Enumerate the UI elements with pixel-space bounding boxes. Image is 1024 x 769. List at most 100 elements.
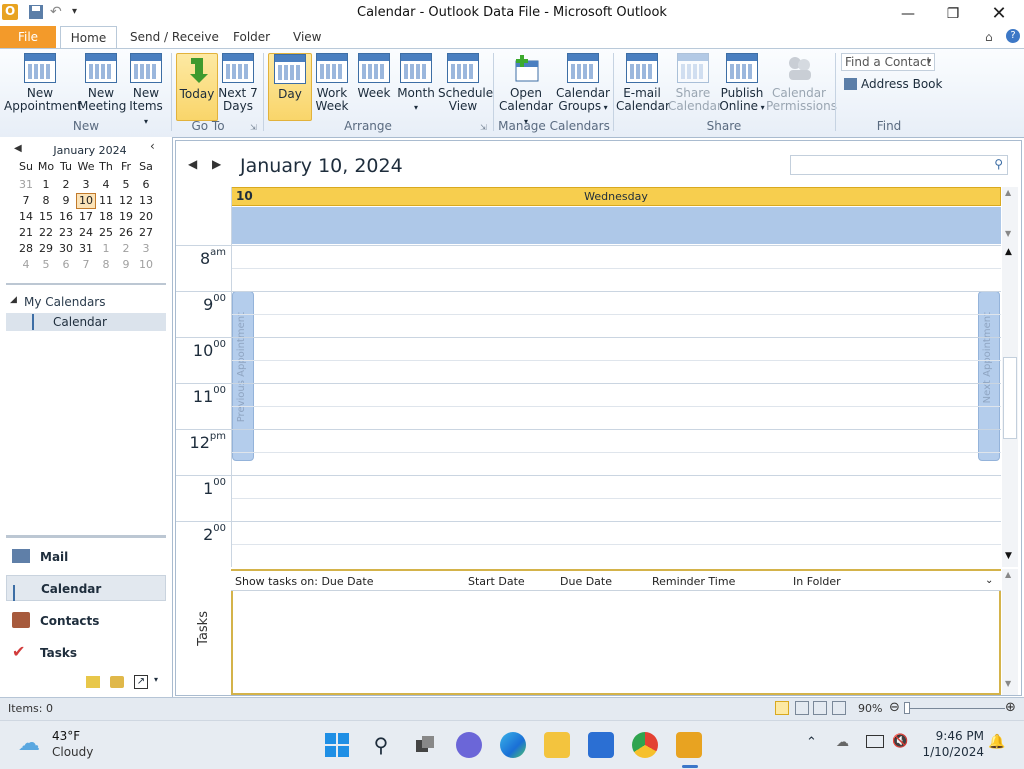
mini-calendar-day[interactable]: 25 (96, 225, 116, 241)
mini-calendar-day[interactable]: 8 (96, 257, 116, 273)
mini-calendar-day[interactable]: 5 (116, 177, 136, 193)
tasks-header[interactable]: Show tasks on: Due Date Start Date Due D… (231, 569, 1001, 591)
publish-online-button[interactable]: Publish Online ▾ (718, 53, 766, 119)
today-button[interactable]: Today (176, 53, 218, 121)
collapse-nav-icon[interactable]: ‹ (150, 139, 155, 153)
new-items-button[interactable]: New Items ▾ (126, 53, 166, 126)
minimize-button[interactable]: — (885, 0, 931, 28)
show-hidden-icons[interactable]: ⌃ (806, 735, 817, 750)
zoom-in-button[interactable]: ⊕ (1005, 700, 1016, 715)
notes-icon[interactable] (86, 676, 100, 688)
my-calendars-header[interactable]: My Calendars (24, 295, 105, 309)
scroll-down-arrow[interactable]: ▼ (1005, 679, 1011, 688)
clock-date[interactable]: 1/10/2024 (918, 745, 984, 759)
nav-contacts-button[interactable]: Contacts (6, 608, 166, 634)
edge-icon[interactable] (500, 732, 526, 758)
expand-collapse-icon[interactable]: ◢ (10, 295, 17, 305)
scroll-down-arrow[interactable]: ▼ (1005, 229, 1011, 238)
configure-buttons-icon[interactable]: ▾ (154, 675, 158, 684)
mini-calendar-day[interactable]: 14 (16, 209, 36, 225)
mini-calendar-day[interactable]: 7 (16, 193, 36, 209)
notification-bell-icon[interactable]: 🔔 (988, 734, 1005, 750)
mini-calendar-day[interactable]: 2 (56, 177, 76, 193)
mini-calendar-day[interactable]: 27 (136, 225, 156, 241)
zoom-level[interactable]: 90% (858, 702, 882, 715)
forward-arrow[interactable]: ▶ (212, 157, 221, 171)
tab-send-receive[interactable]: Send / Receive (120, 26, 229, 48)
scroll-up-arrow[interactable]: ▲ (1005, 247, 1012, 257)
mini-calendar-day[interactable]: 19 (116, 209, 136, 225)
scroll-down-arrow[interactable]: ▼ (1005, 551, 1012, 561)
tasks-start-date-column[interactable]: Start Date (468, 575, 525, 588)
folder-icon[interactable] (110, 676, 124, 688)
back-arrow[interactable]: ◀ (188, 157, 197, 171)
zoom-out-button[interactable]: ⊖ (889, 700, 900, 715)
mini-calendar-day[interactable]: 4 (96, 177, 116, 193)
mini-calendar-day[interactable]: 5 (36, 257, 56, 273)
mini-calendar-day[interactable]: 20 (136, 209, 156, 225)
mini-calendar-day[interactable]: 29 (36, 241, 56, 257)
previous-appointment-tab[interactable]: Previous Appointment (232, 291, 254, 461)
search-icon[interactable]: ⚲ (368, 732, 394, 758)
outlook-taskbar-icon[interactable] (676, 732, 702, 758)
help-icon[interactable]: ? (1006, 29, 1020, 43)
mini-calendar-day[interactable]: 2 (116, 241, 136, 257)
chevron-down-icon[interactable]: ⌄ (985, 575, 993, 586)
mini-calendar-day[interactable]: 31 (16, 177, 36, 193)
weather-temp[interactable]: 43°F (52, 729, 80, 743)
weather-desc[interactable]: Cloudy (52, 745, 93, 759)
goto-dialog-launcher-icon[interactable]: ⇲ (250, 123, 257, 132)
mini-calendar-day[interactable]: 26 (116, 225, 136, 241)
mini-calendar-day[interactable]: 31 (76, 241, 96, 257)
tasks-in-folder-column[interactable]: In Folder (793, 575, 841, 588)
mini-calendar-day[interactable]: 10 (136, 257, 156, 273)
mini-calendar-day[interactable]: 12 (116, 193, 136, 209)
scroll-up-arrow[interactable]: ▲ (1005, 570, 1011, 579)
mini-calendar-day[interactable]: 6 (136, 177, 156, 193)
tab-view[interactable]: View (283, 26, 331, 48)
mini-calendar-day[interactable]: 22 (36, 225, 56, 241)
nav-tasks-button[interactable]: ✔ Tasks (6, 640, 166, 666)
open-calendar-button[interactable]: Open Calendar ▾ (498, 53, 554, 126)
display-icon[interactable] (866, 735, 884, 748)
mini-calendar-day[interactable]: 4 (16, 257, 36, 273)
tasks-scrollbar[interactable]: ▲ ▼ (1002, 569, 1018, 695)
maximize-button[interactable]: ❐ (930, 0, 976, 28)
mini-calendar-day[interactable]: 18 (96, 209, 116, 225)
mini-calendar-day[interactable]: 17 (76, 209, 96, 225)
mini-calendar-day[interactable]: 23 (56, 225, 76, 241)
calendar-permissions-button[interactable]: Calendar Permissions (766, 53, 837, 119)
work-week-button[interactable]: Work Week (312, 53, 352, 119)
nav-splitter[interactable] (6, 535, 166, 538)
share-calendar-button[interactable]: Share Calendar (668, 53, 722, 119)
new-meeting-button[interactable]: New Meeting (78, 53, 126, 119)
mini-calendar-day[interactable]: 13 (136, 193, 156, 209)
chrome-icon[interactable] (632, 732, 658, 758)
calendar-only-view-icon[interactable] (795, 701, 809, 715)
month-button[interactable]: Month ▾ (396, 53, 436, 119)
mini-calendar-day[interactable]: 1 (36, 177, 56, 193)
day-view-button[interactable]: Day (268, 53, 312, 121)
mini-calendar-day[interactable]: 11 (96, 193, 116, 209)
mini-calendar-day[interactable]: 7 (76, 257, 96, 273)
search-calendar-input[interactable]: ⚲ (790, 155, 1008, 175)
minimize-ribbon-icon[interactable]: ⌂ (985, 30, 993, 44)
mini-calendar-day[interactable]: 10 (76, 193, 96, 209)
mini-calendar-day[interactable]: 28 (16, 241, 36, 257)
scroll-up-arrow[interactable]: ▲ (1005, 188, 1011, 197)
zoom-slider-thumb[interactable] (904, 702, 910, 714)
shortcuts-icon[interactable]: ↗ (134, 675, 148, 689)
next-appointment-tab[interactable]: Next Appointment (978, 291, 1000, 461)
mini-calendar-day[interactable]: 3 (76, 177, 96, 193)
mini-calendar-day[interactable]: 15 (36, 209, 56, 225)
prev-month-arrow[interactable]: ◀ (14, 143, 22, 154)
cloud-sync-icon[interactable]: ☁ (836, 735, 849, 750)
allday-scrollbar[interactable]: ▲ ▼ (1002, 187, 1018, 245)
mini-calendar-day[interactable]: 24 (76, 225, 96, 241)
calendar-groups-button[interactable]: Calendar Groups ▾ (556, 53, 610, 119)
find-contact-input[interactable]: Find a Contact ▾ (841, 53, 935, 71)
windows-start-icon[interactable] (324, 732, 350, 758)
all-day-event-area[interactable] (231, 207, 1001, 244)
address-book-button[interactable]: Address Book (844, 77, 942, 93)
tab-folder[interactable]: Folder (223, 26, 280, 48)
